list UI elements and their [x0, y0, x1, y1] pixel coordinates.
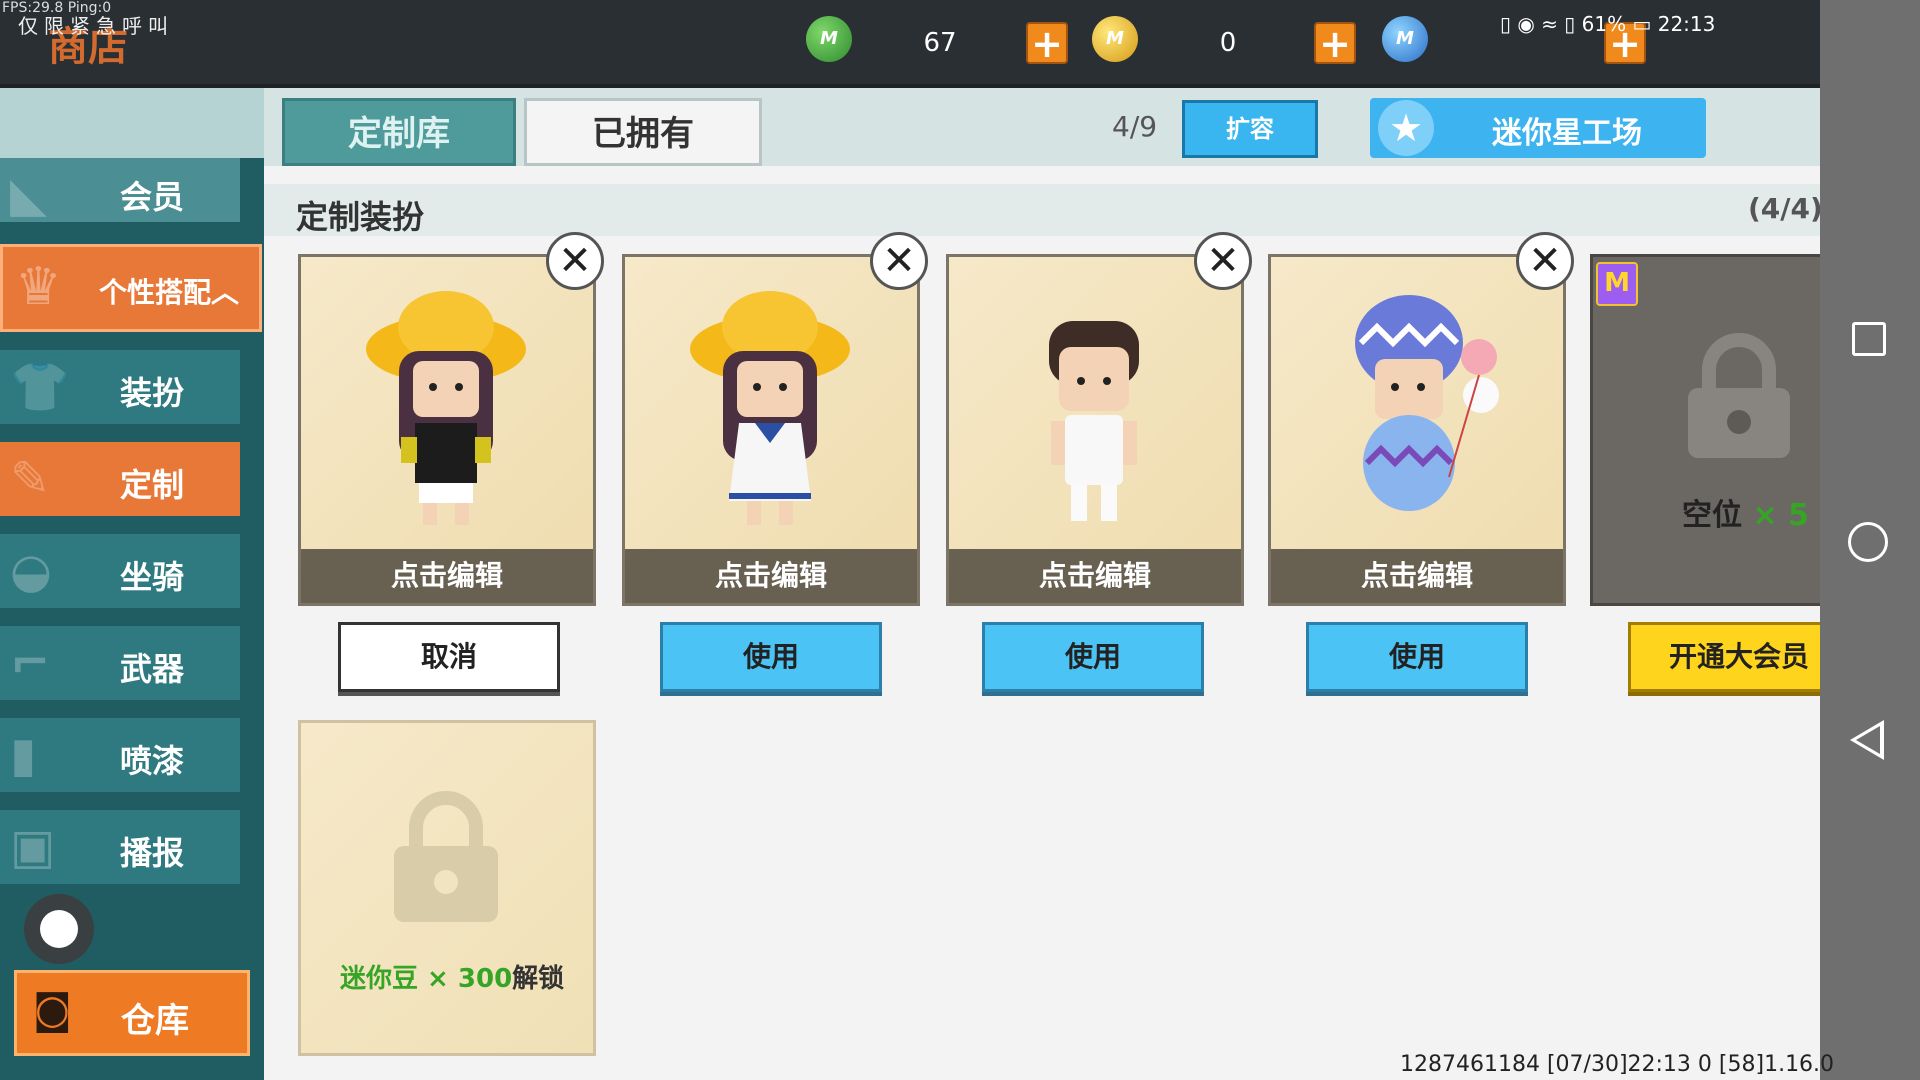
- sidebar-item-custom[interactable]: ✎ 定制: [0, 442, 240, 516]
- character-preview: [1049, 321, 1139, 521]
- chest-icon: ◙: [33, 987, 72, 1033]
- section-header: [264, 184, 1820, 236]
- remove-outfit-button[interactable]: ✕: [546, 232, 604, 290]
- sidebar-item-label: 坐骑: [120, 558, 185, 596]
- open-vip-button[interactable]: 开通大会员: [1628, 622, 1850, 692]
- sidebar-item-outfit[interactable]: 👕 装扮: [0, 350, 240, 424]
- system-status-bar: ▯ ◉ ≈ ▯ 61% ▭ 22:13: [1500, 12, 1716, 36]
- gift-icon: ▣: [10, 819, 56, 875]
- character-preview: [366, 291, 526, 525]
- sidebar-item-weapon[interactable]: ⌐ 武器: [0, 626, 240, 700]
- sidebar-item-label: 播报: [120, 834, 185, 872]
- edit-label: 点击编辑: [1271, 549, 1563, 603]
- outfit-card[interactable]: 点击编辑: [298, 254, 596, 606]
- sidebar-item-label: 喷漆: [120, 742, 185, 780]
- expand-capacity-button[interactable]: 扩容: [1182, 100, 1318, 158]
- spray-can-icon: ▮: [10, 727, 37, 783]
- pencil-icon: ✎: [10, 451, 51, 507]
- sidebar-item-spray[interactable]: ▮ 喷漆: [0, 718, 240, 792]
- outfit-card[interactable]: 点击编辑: [1268, 254, 1566, 606]
- star-icon: ★: [1378, 100, 1434, 156]
- member-icon: ◣: [10, 167, 47, 223]
- edit-label: 点击编辑: [949, 549, 1241, 603]
- gun-icon: ⌐: [10, 635, 51, 691]
- tab-custom-library[interactable]: 定制库: [282, 98, 516, 166]
- use-outfit-button[interactable]: 使用: [982, 622, 1204, 692]
- outfit-card[interactable]: 点击编辑: [622, 254, 920, 606]
- vip-badge-icon: M: [1596, 262, 1638, 306]
- outfit-card[interactable]: 点击编辑: [946, 254, 1244, 606]
- sidebar-item-personal[interactable]: ♛ 个性搭配︿: [0, 244, 262, 332]
- remove-outfit-button[interactable]: ✕: [870, 232, 928, 290]
- carrier-status: 仅限紧急呼叫: [18, 14, 174, 38]
- remove-outfit-button[interactable]: ✕: [1194, 232, 1252, 290]
- floating-assist-dot: [40, 910, 78, 948]
- home-icon[interactable]: [1848, 522, 1888, 562]
- mini-workshop-button[interactable]: ★ 迷你星工场: [1370, 98, 1706, 158]
- sidebar-item-label: 定制: [120, 466, 185, 504]
- star-coin-icon: M: [1382, 16, 1428, 62]
- section-count: (4/4): [1748, 192, 1823, 225]
- vip-slot-count: 空位 × 5: [1682, 490, 1809, 534]
- mini-coin-balance: 67: [923, 28, 957, 58]
- mini-bean-icon: M: [1092, 16, 1138, 62]
- recent-apps-icon[interactable]: [1852, 322, 1886, 356]
- sidebar-item-label: 武器: [120, 650, 185, 688]
- sidebar-item-mount[interactable]: ◒ 坐骑: [0, 534, 240, 608]
- character-preview: [1355, 295, 1499, 511]
- unlock-label: 解锁: [512, 964, 565, 994]
- sidebar-item-label: 装扮: [120, 374, 185, 412]
- slot-multiplier: × 5: [1752, 498, 1809, 533]
- sidebar-item-member[interactable]: ◣ 会员: [0, 158, 240, 223]
- mini-bean-balance: 0: [1219, 28, 1237, 58]
- slot-label: 空位: [1682, 498, 1742, 533]
- tab-owned[interactable]: 已拥有: [524, 98, 762, 166]
- sidebar-item-broadcast[interactable]: ▣ 播报: [0, 810, 240, 884]
- edit-label: 点击编辑: [301, 549, 593, 603]
- saddle-icon: ◒: [10, 543, 52, 599]
- add-mini-bean-button[interactable]: +: [1314, 22, 1356, 64]
- remove-outfit-button[interactable]: ✕: [1516, 232, 1574, 290]
- workshop-label: 迷你星工场: [1492, 116, 1642, 151]
- capacity-counter: 4/9: [1112, 110, 1158, 143]
- sidebar-item-label: 个性搭配︿: [99, 276, 240, 309]
- back-icon-inner: [1856, 726, 1880, 754]
- character-preview: [690, 291, 850, 525]
- sidebar-header: [0, 88, 264, 158]
- trophy-icon: ♛: [15, 257, 62, 317]
- warehouse-label: 仓库: [121, 1001, 189, 1041]
- lock-icon: [1688, 333, 1790, 458]
- edit-label: 点击编辑: [625, 549, 917, 603]
- section-title: 定制装扮: [296, 198, 425, 236]
- unlock-price: 迷你豆 × 300解锁: [340, 958, 564, 995]
- cancel-button[interactable]: 取消: [338, 622, 560, 692]
- bean-price: 迷你豆 × 300: [340, 964, 513, 994]
- warehouse-button[interactable]: ◙ 仓库: [14, 970, 250, 1056]
- sidebar-item-label: 会员: [120, 178, 185, 216]
- build-info: 1287461184 [07/30]22:13 0 [58]1.16.0: [1400, 1052, 1835, 1077]
- mini-coin-icon: M: [806, 16, 852, 62]
- use-outfit-button[interactable]: 使用: [660, 622, 882, 692]
- use-outfit-button[interactable]: 使用: [1306, 622, 1528, 692]
- add-mini-coin-button[interactable]: +: [1026, 22, 1068, 64]
- lock-icon: [394, 791, 498, 922]
- shirt-icon: 👕: [10, 359, 70, 415]
